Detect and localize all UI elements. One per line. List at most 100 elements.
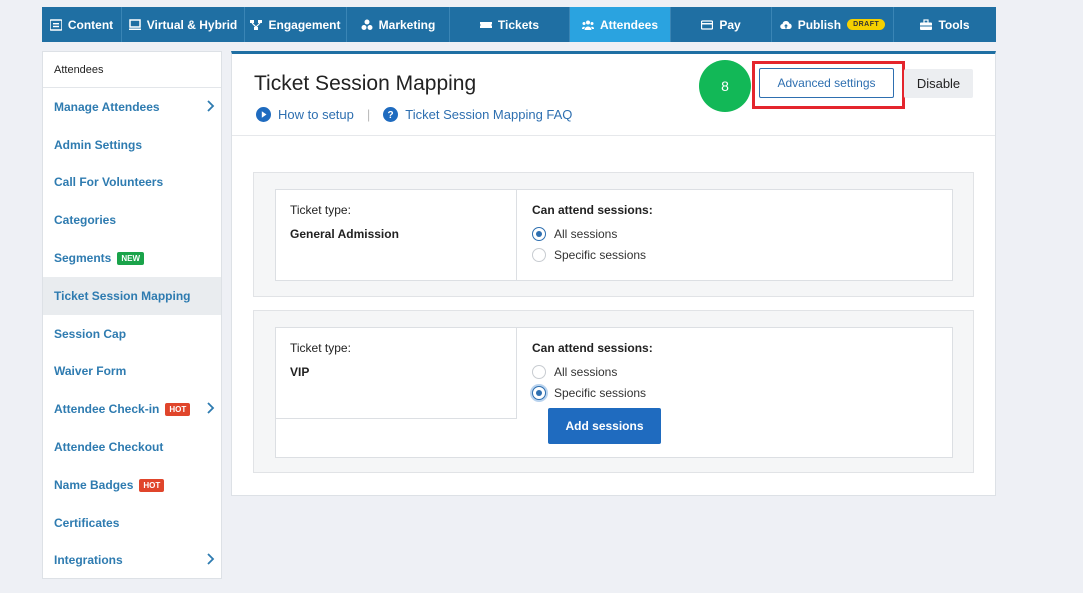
sidebar-item-certificates[interactable]: Certificates xyxy=(43,504,221,542)
sidebar-item-categories[interactable]: Categories xyxy=(43,201,221,239)
top-navigation: Content Virtual & Hybrid Engagement Mark… xyxy=(42,7,996,42)
nav-tab-label: Virtual & Hybrid xyxy=(146,17,238,32)
nav-tab-attendees[interactable]: Attendees xyxy=(570,7,671,42)
sidebar-item-label: Segments xyxy=(54,251,112,265)
help-links: How to setup | ? Ticket Session Mapping … xyxy=(256,107,572,122)
sidebar-item-admin-settings[interactable]: Admin Settings xyxy=(43,126,221,164)
sidebar-item-label: Categories xyxy=(54,213,117,227)
chevron-right-icon xyxy=(207,100,215,112)
nav-tab-label: Pay xyxy=(719,17,741,32)
chevron-right-icon xyxy=(207,402,215,414)
nav-tab-label: Content xyxy=(67,17,114,32)
radio-label: All sessions xyxy=(554,227,618,241)
advanced-settings-button[interactable]: Advanced settings xyxy=(759,68,894,98)
faq-label: Ticket Session Mapping FAQ xyxy=(405,107,573,122)
engagement-icon xyxy=(250,19,263,30)
nav-tab-label: Tickets xyxy=(497,17,540,32)
sidebar-item-waiver-form[interactable]: Waiver Form xyxy=(43,352,221,390)
sidebar-item-attendee-checkout[interactable]: Attendee Checkout xyxy=(43,428,221,466)
sidebar-item-name-badges[interactable]: Name Badges HOT xyxy=(43,466,221,504)
nav-tab-label: Marketing xyxy=(378,17,436,32)
ticket-block-vip: Ticket type: VIP Can attend sessions: Al… xyxy=(253,310,974,473)
page-title: Ticket Session Mapping xyxy=(254,72,477,95)
sidebar-item-label: Attendee Checkout xyxy=(54,440,164,454)
nav-tab-engagement[interactable]: Engagement xyxy=(245,7,347,42)
nav-tab-tools[interactable]: Tools xyxy=(894,7,996,42)
ticket-block-general-admission: Ticket type: General Admission Can atten… xyxy=(253,172,974,297)
ticket-icon xyxy=(479,21,492,28)
sidebar-item-label: Call For Volunteers xyxy=(54,175,164,189)
sidebar: Attendees Manage Attendees Admin Setting… xyxy=(42,51,222,579)
play-circle-icon xyxy=(256,107,271,122)
sidebar-item-session-cap[interactable]: Session Cap xyxy=(43,315,221,353)
add-sessions-button[interactable]: Add sessions xyxy=(548,408,661,444)
nav-tab-tickets[interactable]: Tickets xyxy=(450,7,570,42)
ticket-type-value: VIP xyxy=(290,365,310,379)
radio-all-sessions[interactable]: All sessions xyxy=(532,227,653,241)
sidebar-item-label: Session Cap xyxy=(54,327,127,341)
radio-button[interactable] xyxy=(532,386,546,400)
sidebar-item-label: Manage Attendees xyxy=(54,100,160,114)
ticket-type-column: Ticket type: General Admission xyxy=(276,190,517,280)
hot-badge: HOT xyxy=(165,402,191,416)
disable-button[interactable]: Disable xyxy=(904,69,973,98)
toolbox-icon xyxy=(920,18,933,30)
ticket-card: Ticket type: General Admission Can atten… xyxy=(275,189,953,281)
sidebar-item-attendee-check-in[interactable]: Attendee Check-in HOT xyxy=(43,390,221,428)
link-separator: | xyxy=(366,107,371,122)
sidebar-item-call-for-volunteers[interactable]: Call For Volunteers xyxy=(43,163,221,201)
sidebar-item-label: Name Badges xyxy=(54,478,134,492)
step-marker: 8 xyxy=(699,60,751,112)
sidebar-item-label: Attendee Check-in xyxy=(54,402,160,416)
ticket-type-label: Ticket type: xyxy=(290,341,351,355)
sidebar-item-label: Waiver Form xyxy=(54,364,127,378)
radio-specific-sessions[interactable]: Specific sessions xyxy=(532,248,653,262)
card-icon xyxy=(701,19,714,30)
radio-button[interactable] xyxy=(532,227,546,241)
nav-tab-content[interactable]: Content xyxy=(42,7,122,42)
sidebar-item-label: Integrations xyxy=(54,553,123,567)
radio-button[interactable] xyxy=(532,365,546,379)
radio-all-sessions[interactable]: All sessions xyxy=(532,365,653,379)
radio-specific-sessions[interactable]: Specific sessions xyxy=(532,386,653,400)
nav-tab-pay[interactable]: Pay xyxy=(671,7,772,42)
nav-tab-marketing[interactable]: Marketing xyxy=(347,7,450,42)
hot-badge: HOT xyxy=(139,478,165,492)
attend-sessions-title: Can attend sessions: xyxy=(532,341,653,355)
nav-tab-label: Publish xyxy=(797,17,842,32)
sidebar-header: Attendees xyxy=(43,52,221,88)
marketing-icon xyxy=(361,19,373,30)
content-icon xyxy=(49,18,62,31)
main-panel: Ticket Session Mapping How to setup | ? … xyxy=(231,51,996,496)
sidebar-item-label: Certificates xyxy=(54,516,120,530)
nav-tab-virtual-hybrid[interactable]: Virtual & Hybrid xyxy=(122,7,245,42)
nav-tab-label: Engagement xyxy=(268,17,341,32)
ticket-type-value: General Admission xyxy=(290,227,399,241)
nav-tab-label: Tools xyxy=(938,17,970,32)
sidebar-item-label: Ticket Session Mapping xyxy=(54,289,191,303)
attendees-icon xyxy=(581,20,594,30)
sidebar-item-manage-attendees[interactable]: Manage Attendees xyxy=(43,88,221,126)
radio-label: Specific sessions xyxy=(554,248,647,262)
sidebar-item-segments[interactable]: Segments NEW xyxy=(43,239,221,277)
sidebar-item-label: Admin Settings xyxy=(54,138,143,152)
radio-button[interactable] xyxy=(532,248,546,262)
faq-link[interactable]: ? Ticket Session Mapping FAQ xyxy=(383,107,572,122)
monitor-icon xyxy=(128,18,141,30)
attend-sessions-column: Can attend sessions: All sessions Specif… xyxy=(532,203,653,262)
header-divider xyxy=(232,135,995,136)
draft-badge: DRAFT xyxy=(847,19,886,30)
ticket-type-column: Ticket type: VIP xyxy=(276,328,517,419)
attend-sessions-column: Can attend sessions: All sessions Specif… xyxy=(532,341,653,400)
nav-tab-publish[interactable]: Publish DRAFT xyxy=(772,7,894,42)
nav-tab-label: Attendees xyxy=(599,17,658,32)
chevron-right-icon xyxy=(207,553,215,565)
sidebar-item-ticket-session-mapping[interactable]: Ticket Session Mapping xyxy=(43,277,221,315)
radio-label: All sessions xyxy=(554,365,618,379)
cloud-upload-icon xyxy=(779,20,792,29)
help-circle-icon: ? xyxy=(383,107,399,122)
how-to-setup-link[interactable]: How to setup xyxy=(256,107,354,122)
ticket-type-label: Ticket type: xyxy=(290,203,351,217)
sidebar-item-integrations[interactable]: Integrations xyxy=(43,541,221,579)
svg-text:?: ? xyxy=(388,110,394,121)
